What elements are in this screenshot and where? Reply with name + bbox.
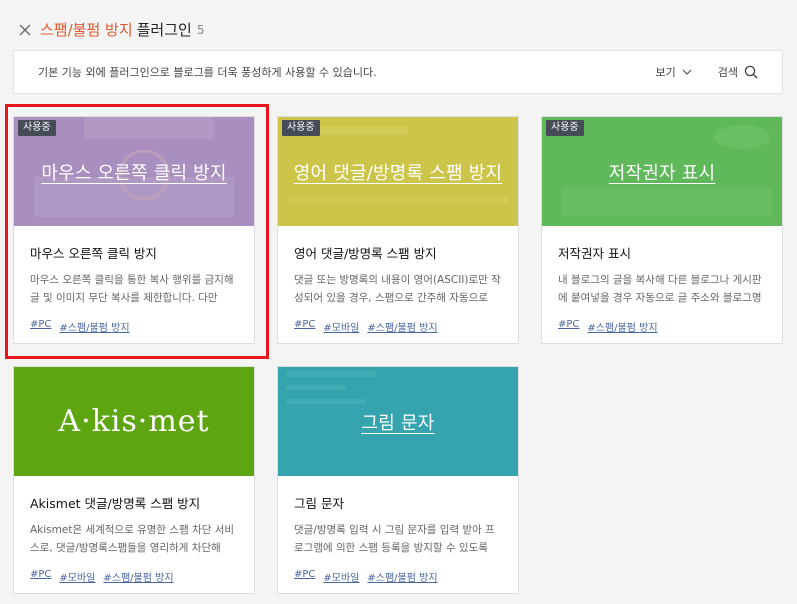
search-button[interactable]: 검색 xyxy=(718,64,758,80)
status-badge: 사용중 xyxy=(546,120,584,136)
akismet-logo: A·kis·met xyxy=(58,404,210,439)
tag-link[interactable]: #PC xyxy=(294,569,315,584)
tag-list: #PC #모바일 #스팸/불펌 방지 xyxy=(30,569,238,584)
tag-link[interactable]: #PC xyxy=(30,569,51,584)
card-description: 내 블로그의 글을 복사해 다른 블로그나 게시판에 붙여넣을 경우 자동으로 … xyxy=(558,274,762,304)
card-thumbnail[interactable]: 사용중 마우스 오른쪽 클릭 방지 xyxy=(14,117,254,226)
thumbnail-title: 마우스 오른쪽 클릭 방지 xyxy=(41,162,227,184)
thumbnail-title: 그림 문자 xyxy=(361,412,435,434)
status-badge: 사용중 xyxy=(18,120,56,136)
plugin-count: 5 xyxy=(196,23,205,37)
plugin-card-right-click-block[interactable]: 사용중 마우스 오른쪽 클릭 방지 마우스 오른쪽 클릭 방지 마우스 오른쪽 … xyxy=(13,116,255,344)
plugin-card-copyright-display[interactable]: 사용중 저작권자 표시 저작권자 표시 내 블로그의 글을 복사해 다른 블로그… xyxy=(541,116,783,344)
thumbnail-title: 저작권자 표시 xyxy=(608,162,716,184)
tag-link[interactable]: #모바일 xyxy=(323,319,359,334)
card-title[interactable]: 그림 문자 xyxy=(294,493,502,512)
thumbnail-title: 영어 댓글/방명록 스팸 방지 xyxy=(293,162,503,184)
tag-link[interactable]: #PC xyxy=(30,319,51,334)
chevron-down-icon xyxy=(682,69,692,75)
tag-link[interactable]: #스팸/불펌 방지 xyxy=(587,319,657,334)
card-description: 댓글/방명록 입력 시 그림 문자를 입력 받아 프로그램에 의한 스팸 등록을… xyxy=(294,524,495,554)
tag-link[interactable]: #PC xyxy=(558,319,579,334)
card-thumbnail[interactable]: 사용중 저작권자 표시 xyxy=(542,117,782,226)
card-title[interactable]: 영어 댓글/방명록 스팸 방지 xyxy=(294,243,502,262)
card-description: Akismet은 세계적으로 유명한 스팸 차단 서비스로, 댓글/방명록스팸들… xyxy=(30,524,235,554)
status-badge: 사용중 xyxy=(282,120,320,136)
tag-link[interactable]: #모바일 xyxy=(323,569,359,584)
tag-list: #PC #모바일 #스팸/불펌 방지 xyxy=(294,569,502,584)
tag-list: #PC #모바일 #스팸/불펌 방지 xyxy=(294,319,502,334)
card-title[interactable]: Akismet 댓글/방명록 스팸 방지 xyxy=(30,493,238,512)
tag-list: #PC #스팸/불펌 방지 xyxy=(30,319,238,334)
close-icon[interactable] xyxy=(18,22,32,36)
tag-link[interactable]: #스팸/불펌 방지 xyxy=(103,569,173,584)
plugin-card-akismet[interactable]: A·kis·met Akismet 댓글/방명록 스팸 방지 Akismet은 … xyxy=(13,366,255,594)
card-title[interactable]: 마우스 오른쪽 클릭 방지 xyxy=(30,243,238,262)
card-title[interactable]: 저작권자 표시 xyxy=(558,243,766,262)
info-text: 기본 기능 외에 플러그인으로 블로그를 더욱 풍성하게 사용할 수 있습니다. xyxy=(38,66,377,79)
tag-link[interactable]: #스팸/불펌 방지 xyxy=(59,319,129,334)
page-title: 플러그인 xyxy=(136,20,192,39)
tag-link[interactable]: #모바일 xyxy=(59,569,95,584)
card-description: 마우스 오른쪽 클릭을 통한 복사 행위를 금지해 글 및 이미지 무단 복사를… xyxy=(30,274,234,304)
view-dropdown-button[interactable]: 보기 xyxy=(656,64,692,80)
page-header: 스팸/불펌 방지 플러그인 5 xyxy=(18,18,204,40)
tag-link[interactable]: #PC xyxy=(294,319,315,334)
card-thumbnail[interactable]: 그림 문자 xyxy=(278,367,518,476)
search-icon xyxy=(744,65,758,79)
card-thumbnail[interactable]: A·kis·met xyxy=(14,367,254,476)
card-description: 댓글 또는 방명록의 내용이 영어(ASCII)로만 작성되어 있을 경우, 스… xyxy=(294,274,501,304)
search-label: 검색 xyxy=(717,66,738,79)
tag-link[interactable]: #스팸/불펌 방지 xyxy=(367,569,437,584)
page-title-category: 스팸/불펌 방지 xyxy=(40,20,133,39)
plugin-card-captcha[interactable]: 그림 문자 그림 문자 댓글/방명록 입력 시 그림 문자를 입력 받아 프로그… xyxy=(277,366,519,594)
info-bar: 기본 기능 외에 플러그인으로 블로그를 더욱 풍성하게 사용할 수 있습니다.… xyxy=(13,50,783,94)
tag-list: #PC #스팸/불펌 방지 xyxy=(558,319,766,334)
card-thumbnail[interactable]: 사용중 영어 댓글/방명록 스팸 방지 xyxy=(278,117,518,226)
tag-link[interactable]: #스팸/불펌 방지 xyxy=(367,319,437,334)
view-label: 보기 xyxy=(655,66,676,79)
plugin-card-english-spam-block[interactable]: 사용중 영어 댓글/방명록 스팸 방지 영어 댓글/방명록 스팸 방지 댓글 또… xyxy=(277,116,519,344)
